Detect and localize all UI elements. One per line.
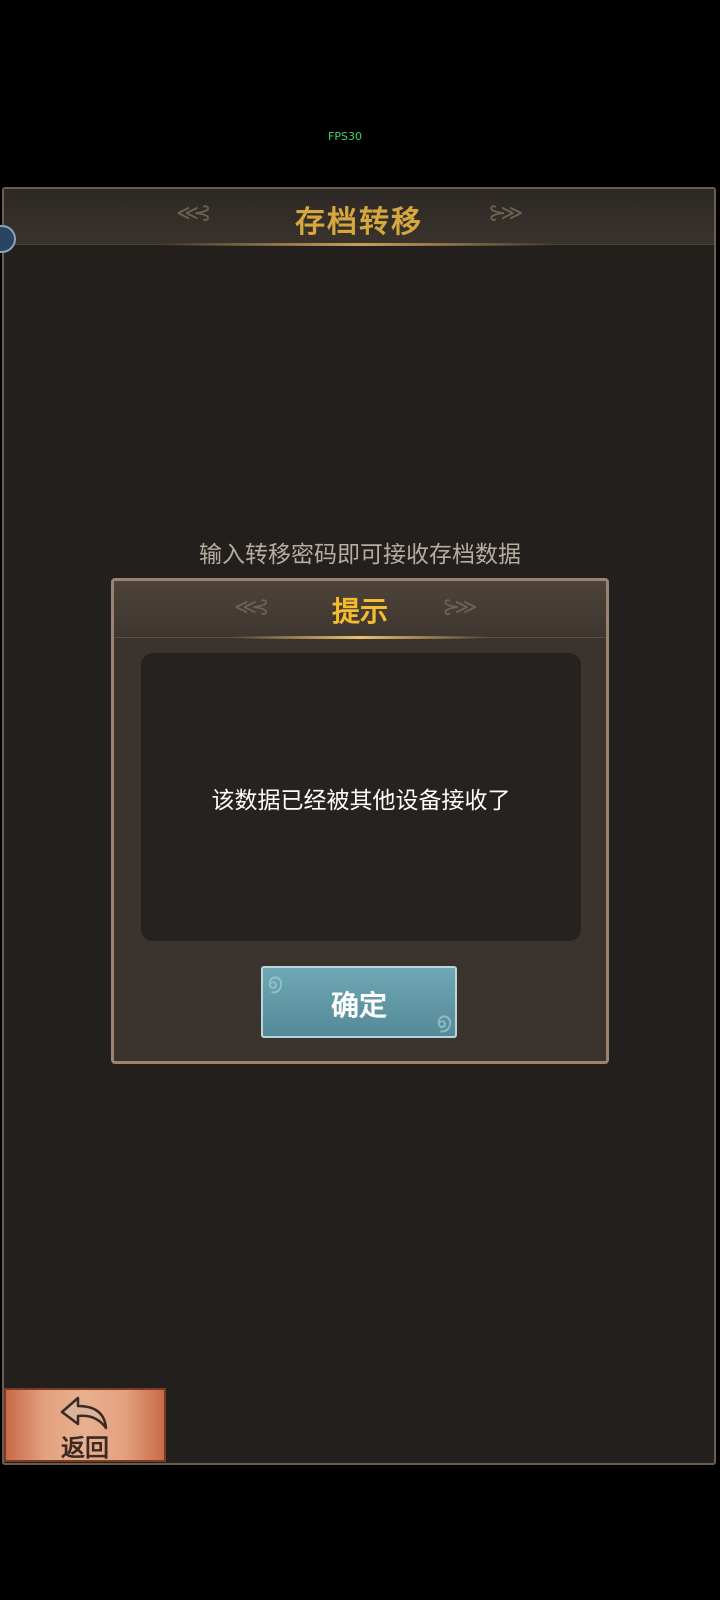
dialog-message: 该数据已经被其他设备接收了 bbox=[211, 788, 511, 814]
message-box: 该数据已经被其他设备接收了 bbox=[141, 653, 581, 941]
right-ornament-icon: ⊱≫ bbox=[488, 201, 524, 226]
back-button-label: 返回 bbox=[61, 1433, 109, 1462]
confirm-button-label: 确定 bbox=[330, 989, 387, 1022]
fps-counter: FPS30 bbox=[328, 130, 362, 143]
panel-header: ≪⊰ 存档转移 ⊱≫ bbox=[4, 189, 714, 246]
confirm-button[interactable]: ൭ 确定 ൭ bbox=[261, 966, 457, 1038]
dialog-right-ornament-icon: ⊱≫ bbox=[442, 595, 478, 620]
dialog-header: ≪⊰ 提示 ⊱≫ bbox=[114, 581, 606, 639]
cloud-swirl-icon: ൭ bbox=[436, 1009, 451, 1034]
back-button[interactable]: 返回 bbox=[4, 1388, 166, 1462]
prompt-dialog: ≪⊰ 提示 ⊱≫ 该数据已经被其他设备接收了 ൭ 确定 ൭ bbox=[111, 578, 609, 1064]
instruction-text: 输入转移密码即可接收存档数据 bbox=[199, 542, 521, 568]
dialog-title: 提示 bbox=[331, 595, 388, 628]
page-title: 存档转移 bbox=[295, 205, 423, 240]
game-screen: FPS30 ≪⊰ 存档转移 ⊱≫ 输入转移密码即可接收存档数据 ≪⊰ 提示 ⊱≫… bbox=[0, 0, 720, 1600]
